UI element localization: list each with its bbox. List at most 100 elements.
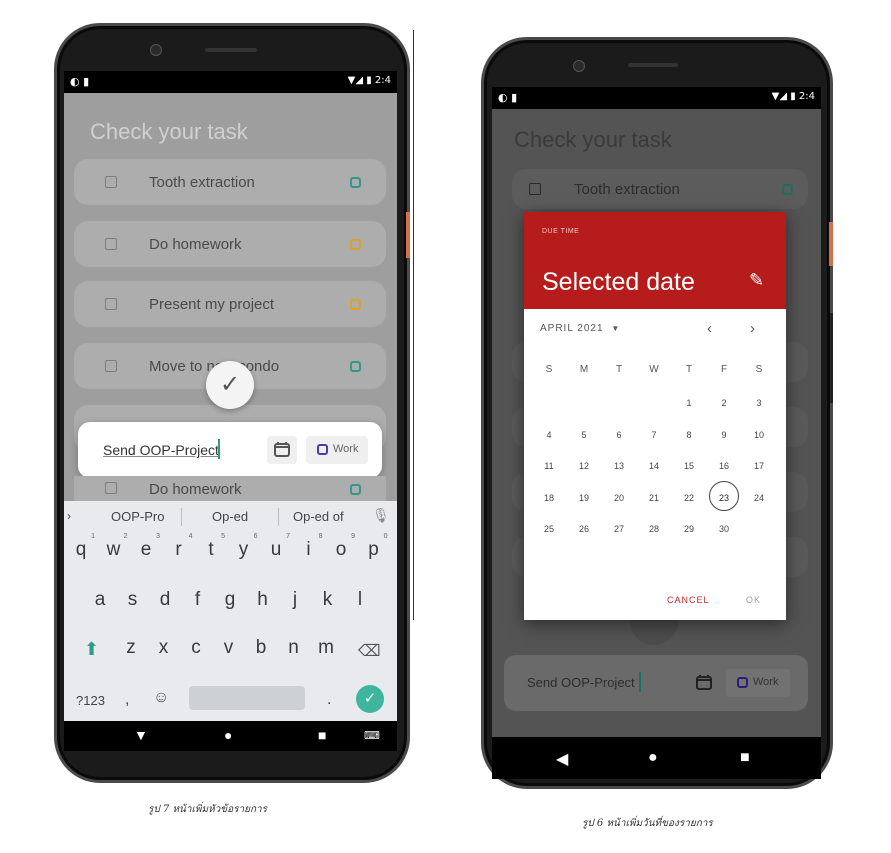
calendar-day[interactable]: 11 [534, 461, 564, 471]
keyboard-key[interactable]: i8 [297, 533, 322, 561]
keyboard-key[interactable]: f [186, 589, 210, 611]
cancel-button[interactable]: CANCEL [667, 595, 710, 605]
keyboard-key[interactable]: n [282, 637, 306, 659]
calendar-day[interactable]: 2 [709, 398, 739, 408]
keyboard-key[interactable]: t5 [199, 533, 225, 561]
keyboard-key[interactable]: s [121, 589, 145, 611]
edit-pencil-icon[interactable]: ✎ [749, 270, 764, 291]
task-label: Do homework [149, 236, 242, 253]
calendar-day[interactable]: 7 [639, 430, 669, 440]
shift-key[interactable]: ⬆ [84, 639, 99, 660]
task-item[interactable]: Do homework [74, 221, 386, 267]
calendar-day[interactable]: 19 [569, 493, 599, 503]
suggestion-item[interactable]: Op-ed [212, 509, 248, 524]
task-checkbox[interactable] [105, 482, 117, 494]
calendar-day[interactable]: 1 [674, 398, 704, 408]
calendar-day[interactable]: 14 [639, 461, 669, 471]
due-date-button[interactable] [689, 669, 719, 697]
keyboard-key[interactable]: o9 [329, 533, 355, 561]
backspace-key[interactable]: ⌫ [358, 641, 381, 661]
calendar-day[interactable]: 15 [674, 461, 704, 471]
task-checkbox[interactable] [105, 298, 117, 310]
space-bar[interactable] [189, 686, 305, 710]
emoji-icon[interactable]: ☺ [153, 689, 169, 707]
calendar-day[interactable]: 25 [534, 524, 564, 534]
task-title-input[interactable]: Send OOP-Project [527, 675, 635, 690]
calendar-day[interactable]: 30 [709, 524, 739, 534]
confirm-check-button[interactable]: ✓ [206, 361, 254, 409]
calendar-day[interactable]: 26 [569, 524, 599, 534]
task-item[interactable]: Tooth extraction [74, 159, 386, 205]
task-checkbox[interactable] [105, 238, 117, 250]
keyboard-key[interactable]: h [251, 589, 275, 611]
calendar-day[interactable]: 22 [674, 493, 704, 503]
home-nav-icon[interactable]: ● [224, 727, 232, 743]
back-nav-icon[interactable]: ◀ [556, 749, 568, 769]
category-chip[interactable]: Work [306, 436, 368, 464]
task-checkbox[interactable] [105, 360, 117, 372]
calendar-day[interactable]: 9 [709, 430, 739, 440]
task-item[interactable]: Tooth extraction [512, 169, 808, 209]
enter-check-button[interactable]: ✓ [356, 685, 384, 713]
month-selector[interactable]: APRIL 2021 ▼ [540, 323, 620, 334]
keyboard-key[interactable]: e3 [134, 533, 160, 561]
calendar-day[interactable]: 18 [534, 493, 564, 503]
keyboard-key[interactable]: y6 [232, 533, 258, 561]
keyboard-key[interactable]: w2 [102, 533, 128, 561]
task-checkbox[interactable] [105, 176, 117, 188]
keyboard-key[interactable]: u7 [264, 533, 290, 561]
suggestion-item[interactable]: OOP-Pro [111, 509, 164, 524]
suggestion-item[interactable]: Op-ed of [293, 509, 344, 524]
calendar-day[interactable]: 20 [604, 493, 634, 503]
calendar-day[interactable]: 13 [604, 461, 634, 471]
calendar-day[interactable]: 16 [709, 461, 739, 471]
keyboard-key[interactable]: v [217, 637, 241, 659]
keyboard-key[interactable]: b [249, 637, 273, 659]
category-chip[interactable]: Work [726, 669, 790, 697]
back-nav-icon[interactable]: ▼ [134, 727, 148, 743]
keyboard-key[interactable]: q1 [69, 533, 95, 561]
comma-key[interactable]: , [125, 691, 129, 709]
calendar-day[interactable]: 24 [744, 493, 774, 503]
task-item[interactable]: Present my project [74, 281, 386, 327]
due-date-button[interactable] [267, 436, 297, 464]
calendar-day[interactable]: 17 [744, 461, 774, 471]
recents-nav-icon[interactable]: ■ [318, 727, 326, 743]
keyboard-key[interactable]: p0 [362, 533, 387, 561]
calendar-day[interactable]: 3 [744, 398, 774, 408]
keyboard-key[interactable]: x [152, 637, 176, 659]
keyboard-key[interactable]: m [314, 637, 338, 659]
calendar-day[interactable]: 6 [604, 430, 634, 440]
keyboard-switch-icon[interactable]: ⌨ [364, 729, 380, 742]
suggestion-expand-icon[interactable]: › [67, 509, 71, 523]
calendar-day[interactable]: 29 [674, 524, 704, 534]
task-checkbox[interactable] [529, 183, 541, 195]
next-month-icon[interactable]: › [750, 320, 755, 337]
keyboard-key[interactable]: g [218, 589, 242, 611]
left-phone-side-button [406, 212, 410, 258]
microphone-icon[interactable]: 🎙 [372, 507, 390, 524]
keyboard-key[interactable]: j [283, 589, 307, 611]
prev-month-icon[interactable]: ‹ [707, 320, 712, 337]
ok-button[interactable]: OK [746, 595, 761, 605]
period-key[interactable]: . [327, 691, 331, 709]
calendar-day[interactable]: 27 [604, 524, 634, 534]
calendar-day[interactable]: 10 [744, 430, 774, 440]
home-nav-icon[interactable]: ● [648, 749, 658, 767]
keyboard-key[interactable]: k [316, 589, 340, 611]
keyboard-key[interactable]: d [153, 589, 177, 611]
calendar-day[interactable]: 4 [534, 430, 564, 440]
keyboard-key[interactable]: l [348, 589, 372, 611]
calendar-day[interactable]: 21 [639, 493, 669, 503]
keyboard-key[interactable]: c [184, 637, 208, 659]
calendar-day[interactable]: 12 [569, 461, 599, 471]
keyboard-key[interactable]: z [119, 637, 143, 659]
calendar-day[interactable]: 28 [639, 524, 669, 534]
calendar-day[interactable]: 8 [674, 430, 704, 440]
symbols-key[interactable]: ?123 [76, 693, 105, 708]
calendar-day[interactable]: 5 [569, 430, 599, 440]
task-title-input[interactable]: Send OOP-Project [103, 442, 219, 458]
keyboard-key[interactable]: a [88, 589, 112, 611]
recents-nav-icon[interactable]: ■ [740, 749, 750, 767]
keyboard-key[interactable]: r4 [167, 533, 192, 561]
